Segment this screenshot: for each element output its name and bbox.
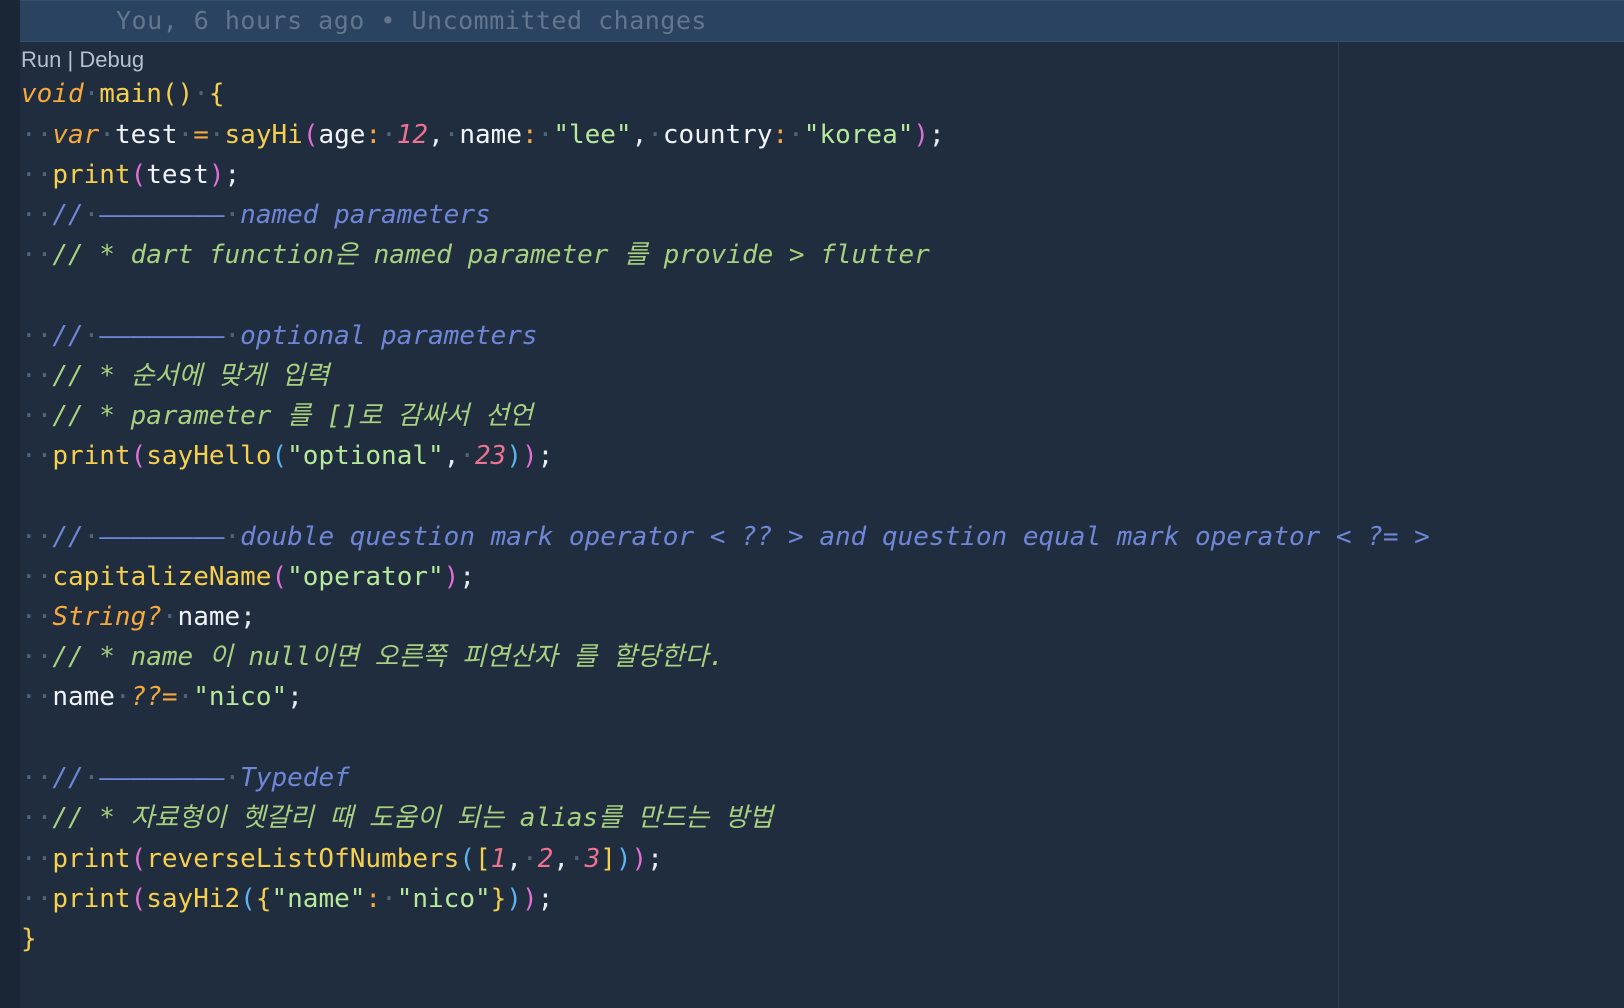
code-line[interactable]: ··// * name 이 null이면 오른쪽 피연산자 를 할당한다. <box>21 637 724 677</box>
git-blame-line: You, 6 hours ago • Uncommitted changes <box>20 0 1624 42</box>
comment-token: Typedef <box>240 763 350 793</box>
code-line[interactable]: ··//·————————·named parameters <box>21 195 491 235</box>
string-token: "optional" <box>287 441 444 471</box>
comment-rule: ———————— <box>99 522 225 552</box>
comment-token: double question mark operator < ?? > and… <box>240 522 1430 552</box>
code-line[interactable]: ··String?·name; <box>21 597 256 637</box>
string-token: "korea" <box>803 120 914 150</box>
code-editor[interactable]: You, 6 hours ago • Uncommitted changes R… <box>0 0 1624 1008</box>
function-call-token: capitalizeName <box>52 562 272 592</box>
comment-token: // * 순서에 맞게 입력 <box>52 361 330 391</box>
brace-token: } <box>21 924 37 954</box>
code-line[interactable]: ··print(test); <box>21 155 240 195</box>
named-arg-token: age <box>318 120 366 150</box>
string-token: "nico" <box>396 884 491 914</box>
comment-token: named parameters <box>240 200 491 230</box>
code-line[interactable]: ··//·————————·double question mark opera… <box>21 517 1430 557</box>
comment-token: // <box>52 522 84 552</box>
code-line[interactable]: void·main()·{ <box>21 74 225 114</box>
named-arg-token: country <box>662 120 773 150</box>
comment-rule: ———————— <box>99 321 225 351</box>
code-line[interactable]: ··name·??=·"nico"; <box>21 677 303 717</box>
comment-token: optional parameters <box>240 321 538 351</box>
comment-token: // * dart function은 named parameter 를 pr… <box>52 240 930 270</box>
number-token: 3 <box>584 844 601 874</box>
comment-token: // * name 이 null이면 오른쪽 피연산자 를 할당한다. <box>52 642 725 672</box>
comment-token: // <box>52 200 84 230</box>
comment-rule: ———————— <box>99 763 225 793</box>
function-call-token: sayHi2 <box>146 884 241 914</box>
function-call-token: sayHello <box>146 441 272 471</box>
function-call-token: print <box>52 160 131 190</box>
variable-token: name <box>52 682 115 712</box>
comment-token: // * parameter 를 []로 감싸서 선언 <box>52 401 533 431</box>
code-line[interactable]: ··print(sayHi2({"name":·"nico"})); <box>21 879 553 919</box>
code-line[interactable]: ··// * 자료형이 헷갈리 때 도움이 되는 alias를 만드는 방법 <box>21 798 773 838</box>
code-line[interactable]: } <box>21 919 37 959</box>
function-call-token: print <box>52 884 131 914</box>
editor-gutter <box>0 0 20 1008</box>
code-line[interactable]: ··var·test·=·sayHi(age:·12,·name:·"lee",… <box>21 115 945 155</box>
comment-token: // <box>52 763 84 793</box>
variable-token: test <box>114 120 178 150</box>
number-token: 2 <box>537 844 554 874</box>
number-token: 1 <box>490 844 507 874</box>
codelens: Run | Debug <box>21 47 144 73</box>
keyword-token: void <box>21 79 84 109</box>
code-line[interactable]: ··//·————————·Typedef <box>21 758 350 798</box>
code-line[interactable]: ··print(reverseListOfNumbers([1,·2,·3]))… <box>21 839 663 879</box>
code-line[interactable]: ··capitalizeName("operator"); <box>21 557 475 597</box>
named-arg-token: name <box>459 120 522 150</box>
number-token: 23 <box>475 441 507 471</box>
code-line[interactable]: ··print(sayHello("optional",·23)); <box>21 436 553 476</box>
variable-token: test <box>146 160 209 190</box>
codelens-separator: | <box>67 47 74 72</box>
variable-token: name <box>177 602 241 632</box>
debug-codelens-link[interactable]: Debug <box>79 47 144 72</box>
operator-token: ??= <box>130 682 178 712</box>
code-line[interactable]: ··// * dart function은 named parameter 를 … <box>21 235 930 275</box>
comment-token: // <box>52 321 84 351</box>
string-token: "lee" <box>553 120 632 150</box>
function-call-token: print <box>52 844 131 874</box>
type-token: String? <box>52 602 162 632</box>
string-token: "operator" <box>287 562 444 592</box>
function-call-token: reverseListOfNumbers <box>146 844 460 874</box>
run-codelens-link[interactable]: Run <box>21 47 61 72</box>
string-token: "nico" <box>193 682 288 712</box>
brace-token: { <box>208 79 225 109</box>
code-line[interactable]: ··// * parameter 를 []로 감싸서 선언 <box>21 396 533 436</box>
function-call-token: print <box>52 441 131 471</box>
function-call-token: sayHi <box>224 120 303 150</box>
code-line[interactable]: ··// * 순서에 맞게 입력 <box>21 356 329 396</box>
function-name-token: main <box>99 79 162 109</box>
comment-rule: ———————— <box>99 200 225 230</box>
operator-token: = <box>193 120 209 150</box>
string-token: "name" <box>271 884 366 914</box>
keyword-token: var <box>52 120 100 150</box>
number-token: 12 <box>396 120 429 150</box>
git-blame-annotation: You, 6 hours ago • Uncommitted changes <box>116 6 707 35</box>
comment-token: // * 자료형이 헷갈리 때 도움이 되는 alias를 만드는 방법 <box>52 803 773 833</box>
paren-token: () <box>161 79 194 109</box>
code-line[interactable]: ··//·————————·optional parameters <box>21 316 538 356</box>
